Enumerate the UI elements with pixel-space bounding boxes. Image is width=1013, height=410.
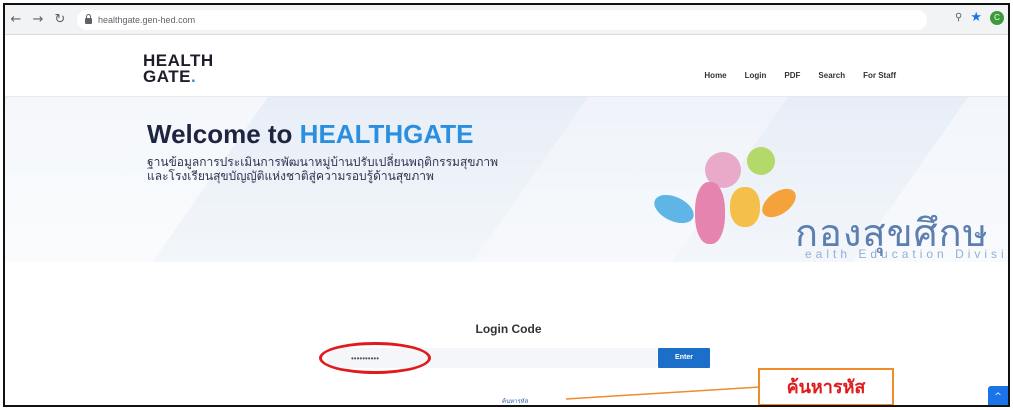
- screenshot-frame: ← → ↻ healthgate.gen-hed.com ⚲ ★ C HEALT…: [3, 3, 1010, 407]
- site-header: HEALTH GATE. Home Login PDF Search For S…: [5, 35, 1008, 97]
- nav-for-staff[interactable]: For Staff: [863, 71, 896, 80]
- hero-subtitle: ฐานข้อมูลการประเมินการพัฒนาหมู่บ้านปรับเ…: [147, 155, 617, 183]
- back-icon[interactable]: ←: [5, 9, 27, 31]
- logo-dot: .: [190, 67, 197, 86]
- hero-title-prefix: Welcome to: [147, 119, 300, 149]
- login-section: Login Code Enter ค้นหารหัส ค้นหารหัส ^: [5, 262, 1008, 405]
- hero-banner: Welcome to HEALTHGATE ฐานข้อมูลการประเมิ…: [5, 97, 1008, 262]
- browser-toolbar: ← → ↻ healthgate.gen-hed.com ⚲ ★ C: [5, 5, 1008, 35]
- org-name-english: ealth Education Divisi: [805, 247, 1008, 261]
- toolbar-actions: ⚲ ★ C: [955, 10, 1004, 25]
- url-text: healthgate.gen-hed.com: [98, 14, 196, 25]
- main-nav: Home Login PDF Search For Staff: [704, 71, 896, 80]
- hero-subtitle-line1: ฐานข้อมูลการประเมินการพัฒนาหมู่บ้านปรับเ…: [147, 155, 499, 169]
- address-bar[interactable]: healthgate.gen-hed.com: [77, 9, 927, 30]
- zoom-icon[interactable]: ⚲: [955, 12, 962, 23]
- scroll-to-top-button[interactable]: ^: [988, 386, 1008, 405]
- nav-search[interactable]: Search: [818, 71, 845, 80]
- lock-icon: [85, 13, 92, 24]
- hero-title-accent: HEALTHGATE: [299, 119, 474, 149]
- site-logo[interactable]: HEALTH GATE.: [143, 52, 214, 86]
- bookmark-star-icon[interactable]: ★: [970, 10, 982, 25]
- nav-pdf[interactable]: PDF: [784, 71, 800, 80]
- annotation-callout: ค้นหารหัส: [758, 368, 894, 405]
- profile-avatar[interactable]: C: [990, 10, 1004, 25]
- logo-line2: GATE: [143, 67, 191, 86]
- nav-home[interactable]: Home: [704, 71, 726, 80]
- reload-icon[interactable]: ↻: [49, 9, 71, 31]
- nav-login[interactable]: Login: [745, 71, 767, 80]
- hero-title: Welcome to HEALTHGATE: [147, 119, 473, 150]
- forward-icon[interactable]: →: [27, 9, 49, 31]
- hero-subtitle-line2: และโรงเรียนสุขบัญญัติแห่งชาติสู่ความรอบร…: [147, 169, 434, 183]
